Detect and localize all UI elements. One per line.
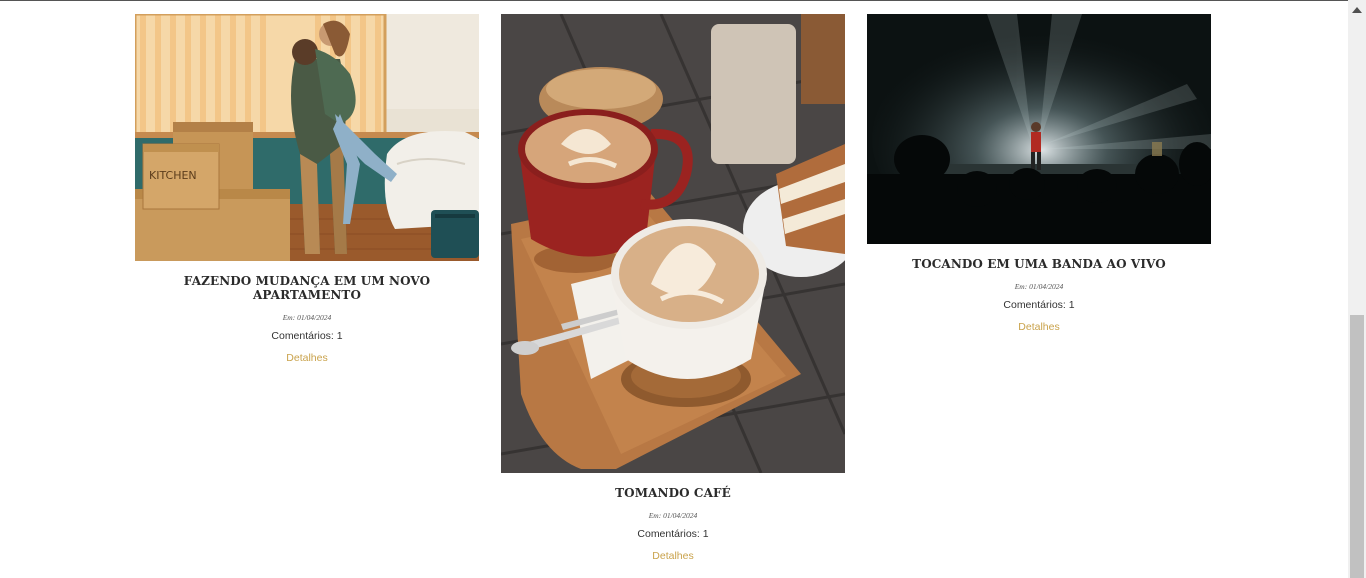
post-comments: Comentários: 1	[1003, 299, 1075, 311]
post-date: Em: 01/04/2024	[648, 511, 698, 520]
details-link[interactable]: Detalhes	[652, 550, 693, 562]
box-label: KITCHEN	[149, 169, 197, 182]
post-title[interactable]: FAZENDO MUDANÇA EM UM NOVO APARTAMENTO	[135, 274, 479, 302]
post-image-moving[interactable]: KITCHEN	[135, 14, 479, 261]
post-image-coffee[interactable]	[501, 14, 845, 473]
scroll-up-button[interactable]	[1348, 0, 1366, 20]
post-card-moving: KITCHEN FAZENDO MUDANÇA EM UM NOVO APART…	[135, 14, 479, 366]
post-date: Em: 01/04/2024	[1014, 282, 1064, 291]
post-date: Em: 01/04/2024	[282, 313, 332, 322]
scroll-thumb[interactable]	[1350, 315, 1364, 578]
post-title[interactable]: TOMANDO CAFÉ	[501, 486, 845, 500]
post-image-concert[interactable]	[867, 14, 1211, 244]
post-title[interactable]: TOCANDO EM UMA BANDA AO VIVO	[867, 257, 1211, 271]
chevron-up-icon	[1352, 7, 1362, 13]
top-divider	[0, 0, 1348, 1]
vertical-scrollbar[interactable]	[1348, 0, 1366, 578]
post-card-coffee: TOMANDO CAFÉ Em: 01/04/2024 Comentários:…	[501, 14, 845, 564]
post-card-concert: TOCANDO EM UMA BANDA AO VIVO Em: 01/04/2…	[867, 14, 1211, 335]
post-comments: Comentários: 1	[271, 330, 343, 342]
details-link[interactable]: Detalhes	[286, 352, 327, 364]
details-link[interactable]: Detalhes	[1018, 321, 1059, 333]
post-comments: Comentários: 1	[637, 528, 709, 540]
